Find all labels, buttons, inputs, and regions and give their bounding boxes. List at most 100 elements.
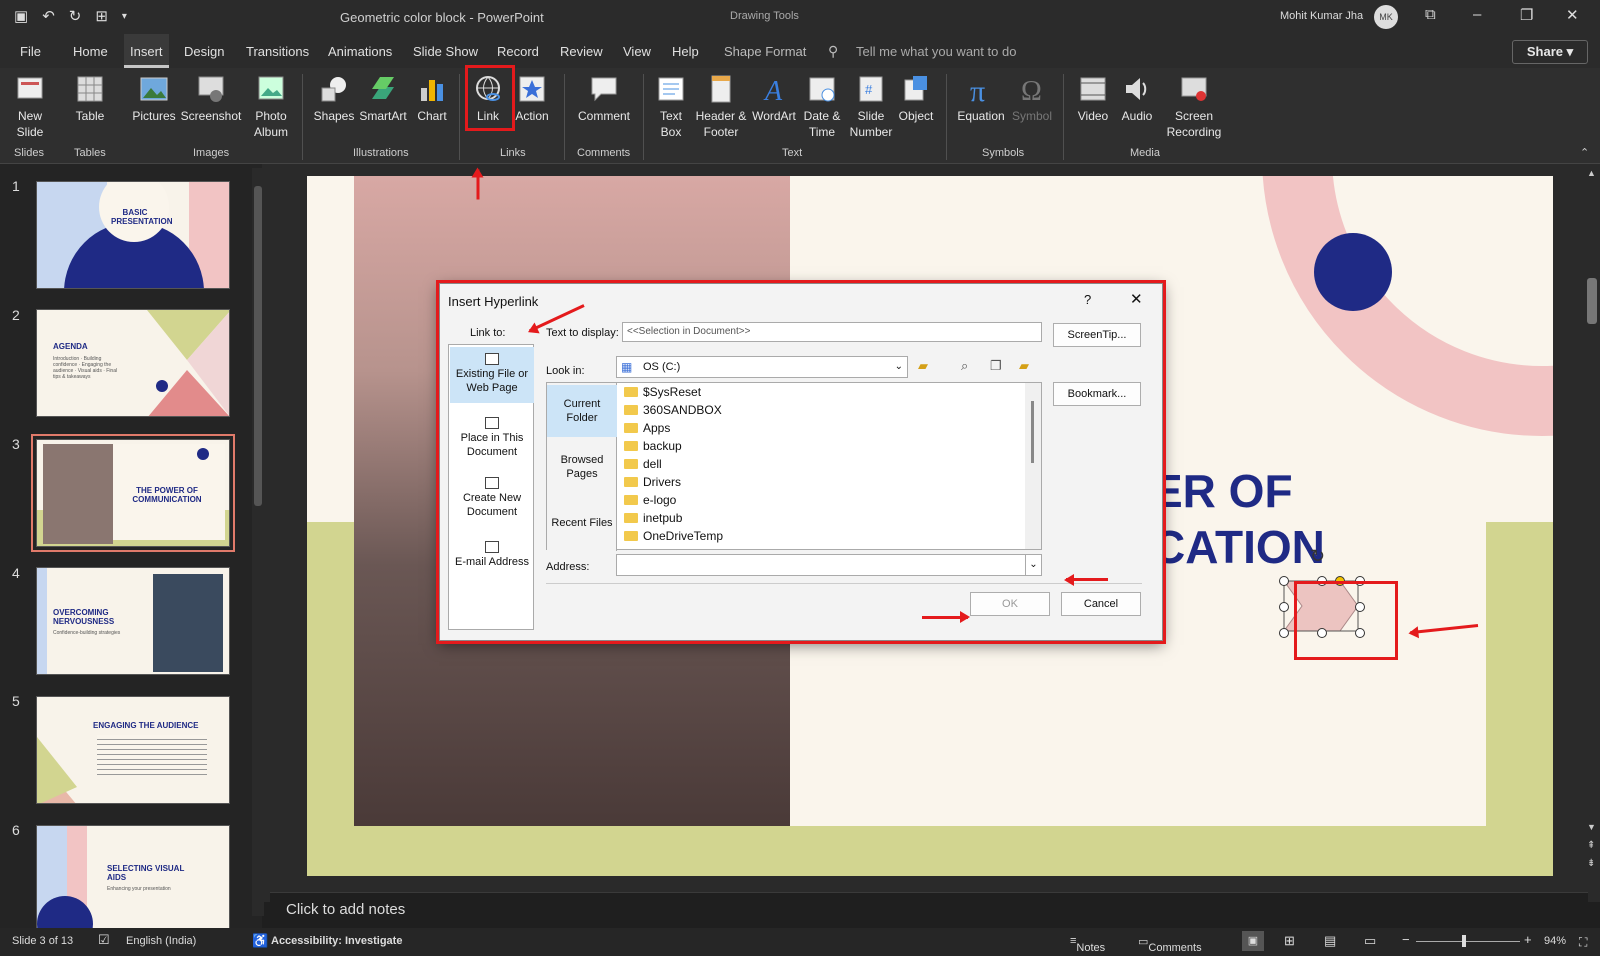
- ribbon-separator: [459, 74, 460, 160]
- zoom-slider-thumb[interactable]: [1462, 935, 1466, 947]
- symbol-button[interactable]: Ω Symbol: [1010, 74, 1054, 124]
- editor-scrollbar[interactable]: ▲ ▼ ⇞ ⇟: [1584, 164, 1600, 902]
- tab-animations[interactable]: Animations: [328, 44, 392, 59]
- notes-toggle[interactable]: ≡ Notes: [1070, 935, 1105, 954]
- pictures-icon: [140, 77, 168, 101]
- slide-thumbnail-5[interactable]: ENGAGING THE AUDIENCE: [36, 696, 230, 804]
- normal-view-icon[interactable]: ▣: [1242, 931, 1264, 951]
- table-button[interactable]: Table: [68, 74, 112, 124]
- chart-icon: [421, 80, 443, 101]
- resize-handle[interactable]: [1279, 576, 1289, 586]
- save-icon[interactable]: ▣: [14, 7, 28, 25]
- ribbon-display-icon[interactable]: ⧉: [1425, 6, 1436, 23]
- thumb-photo: [43, 444, 113, 544]
- action-button[interactable]: Action: [510, 74, 554, 124]
- tab-transitions[interactable]: Transitions: [246, 44, 309, 59]
- close-icon[interactable]: ✕: [1566, 6, 1579, 24]
- comments-toggle[interactable]: ▭ Comments: [1138, 935, 1202, 954]
- drawing-tools-label: Drawing Tools: [730, 10, 799, 22]
- wordart-button[interactable]: A WordArt: [749, 74, 799, 124]
- collapse-ribbon-icon[interactable]: ⌃: [1580, 146, 1589, 159]
- slide-thumbnail-6[interactable]: SELECTING VISUAL AIDS Enhancing your pre…: [36, 825, 230, 933]
- undo-icon[interactable]: ↶: [42, 7, 55, 25]
- new-slide-button[interactable]: New Slide: [8, 74, 52, 140]
- touch-mode-icon[interactable]: ⊞: [95, 7, 108, 25]
- omega-icon: Ω: [1021, 76, 1042, 104]
- thumb-title: OVERCOMING NERVOUSNESS: [53, 608, 115, 626]
- slide-thumbnail-2[interactable]: AGENDA Introduction · Building confidenc…: [36, 309, 230, 417]
- video-button[interactable]: Video: [1073, 74, 1113, 124]
- svg-text:A: A: [763, 76, 783, 104]
- restore-icon[interactable]: ❐: [1520, 6, 1533, 24]
- tab-design[interactable]: Design: [184, 44, 224, 59]
- editor-scroll-thumb[interactable]: [1587, 278, 1597, 324]
- object-button[interactable]: Object: [896, 74, 936, 124]
- tab-help[interactable]: Help: [672, 44, 699, 59]
- fit-slide-icon[interactable]: ⛶: [1579, 935, 1587, 950]
- minimize-icon[interactable]: –: [1473, 6, 1481, 23]
- comment-button[interactable]: Comment: [575, 74, 633, 124]
- zoom-in-icon[interactable]: +: [1524, 932, 1532, 947]
- svg-text:π: π: [970, 75, 985, 104]
- rotate-handle-icon[interactable]: ↻: [1310, 546, 1325, 567]
- accessibility-status[interactable]: Accessibility: Investigate: [271, 935, 402, 947]
- tab-record[interactable]: Record: [497, 44, 539, 59]
- slide-thumbnail-1[interactable]: BASIC PRESENTATION: [36, 181, 230, 289]
- tell-me-search[interactable]: Tell me what you want to do: [856, 44, 1016, 59]
- share-button[interactable]: Share ▾: [1512, 40, 1588, 64]
- spell-check-icon[interactable]: ☑: [98, 932, 110, 948]
- tab-slide-show[interactable]: Slide Show: [413, 44, 478, 59]
- thumbnail-scroll-thumb[interactable]: [254, 186, 262, 506]
- next-slide-icon[interactable]: ⇟: [1587, 858, 1595, 869]
- chart-button[interactable]: Chart: [414, 74, 450, 124]
- reading-view-icon[interactable]: ▤: [1324, 933, 1336, 949]
- screenshot-button[interactable]: Screenshot: [177, 74, 245, 124]
- resize-handle[interactable]: [1279, 628, 1289, 638]
- redo-icon[interactable]: ↻: [69, 7, 82, 25]
- pictures-button[interactable]: Pictures: [128, 74, 180, 124]
- slide-title-line1[interactable]: ER OF: [1152, 464, 1293, 518]
- slide-number: 5: [12, 693, 20, 709]
- notes-placeholder[interactable]: Click to add notes: [286, 901, 405, 918]
- customize-qat-icon[interactable]: ▾: [122, 11, 127, 22]
- date-time-button[interactable]: Date & Time: [800, 74, 844, 140]
- slide-number: 1: [12, 178, 20, 194]
- zoom-slider[interactable]: [1416, 941, 1520, 942]
- zoom-level[interactable]: 94%: [1544, 935, 1566, 947]
- tab-review[interactable]: Review: [560, 44, 603, 59]
- audio-button[interactable]: Audio: [1117, 74, 1157, 124]
- screenshot-icon: [198, 76, 224, 102]
- text-box-button[interactable]: Text Box: [653, 74, 689, 140]
- chart-label: Chart: [417, 109, 447, 123]
- tab-insert[interactable]: Insert: [124, 34, 169, 68]
- resize-handle[interactable]: [1279, 602, 1289, 612]
- slide-sorter-icon[interactable]: ⊞: [1284, 933, 1295, 949]
- equation-button[interactable]: π Equation: [955, 74, 1007, 124]
- shapes-button[interactable]: Shapes: [311, 74, 357, 124]
- comment-icon: [591, 77, 617, 102]
- zoom-out-icon[interactable]: −: [1402, 932, 1410, 947]
- notes-pane[interactable]: Click to add notes: [270, 892, 1588, 928]
- language-indicator[interactable]: English (India): [126, 935, 196, 947]
- slide-thumbnail-4[interactable]: OVERCOMING NERVOUSNESS Confidence-buildi…: [36, 567, 230, 675]
- wordart-label: WordArt: [752, 109, 796, 123]
- tab-view[interactable]: View: [623, 44, 651, 59]
- header-footer-button[interactable]: Header & Footer: [693, 74, 749, 140]
- smartart-button[interactable]: SmartArt: [357, 74, 409, 124]
- scroll-down-icon[interactable]: ▼: [1587, 822, 1596, 832]
- scroll-up-icon[interactable]: ▲: [1587, 168, 1596, 178]
- slideshow-view-icon[interactable]: ▭: [1364, 933, 1376, 949]
- tab-shape-format[interactable]: Shape Format: [724, 44, 806, 59]
- screen-recording-button[interactable]: Screen Recording: [1162, 74, 1226, 140]
- group-text: Text: [782, 147, 803, 159]
- slide-thumbnail-3[interactable]: THE POWER OF COMMUNICATION: [31, 434, 235, 552]
- photo-album-button[interactable]: Photo Album: [246, 74, 296, 140]
- previous-slide-icon[interactable]: ⇞: [1587, 840, 1595, 851]
- slide-title-line2[interactable]: CATION: [1152, 520, 1325, 574]
- avatar[interactable]: MK: [1374, 5, 1398, 29]
- tab-home[interactable]: Home: [73, 44, 108, 59]
- thumb-bullets: [97, 735, 207, 775]
- tab-file[interactable]: File: [20, 44, 41, 59]
- slide-number-button[interactable]: # Slide Number: [846, 74, 896, 140]
- wordart-icon: A: [763, 76, 783, 104]
